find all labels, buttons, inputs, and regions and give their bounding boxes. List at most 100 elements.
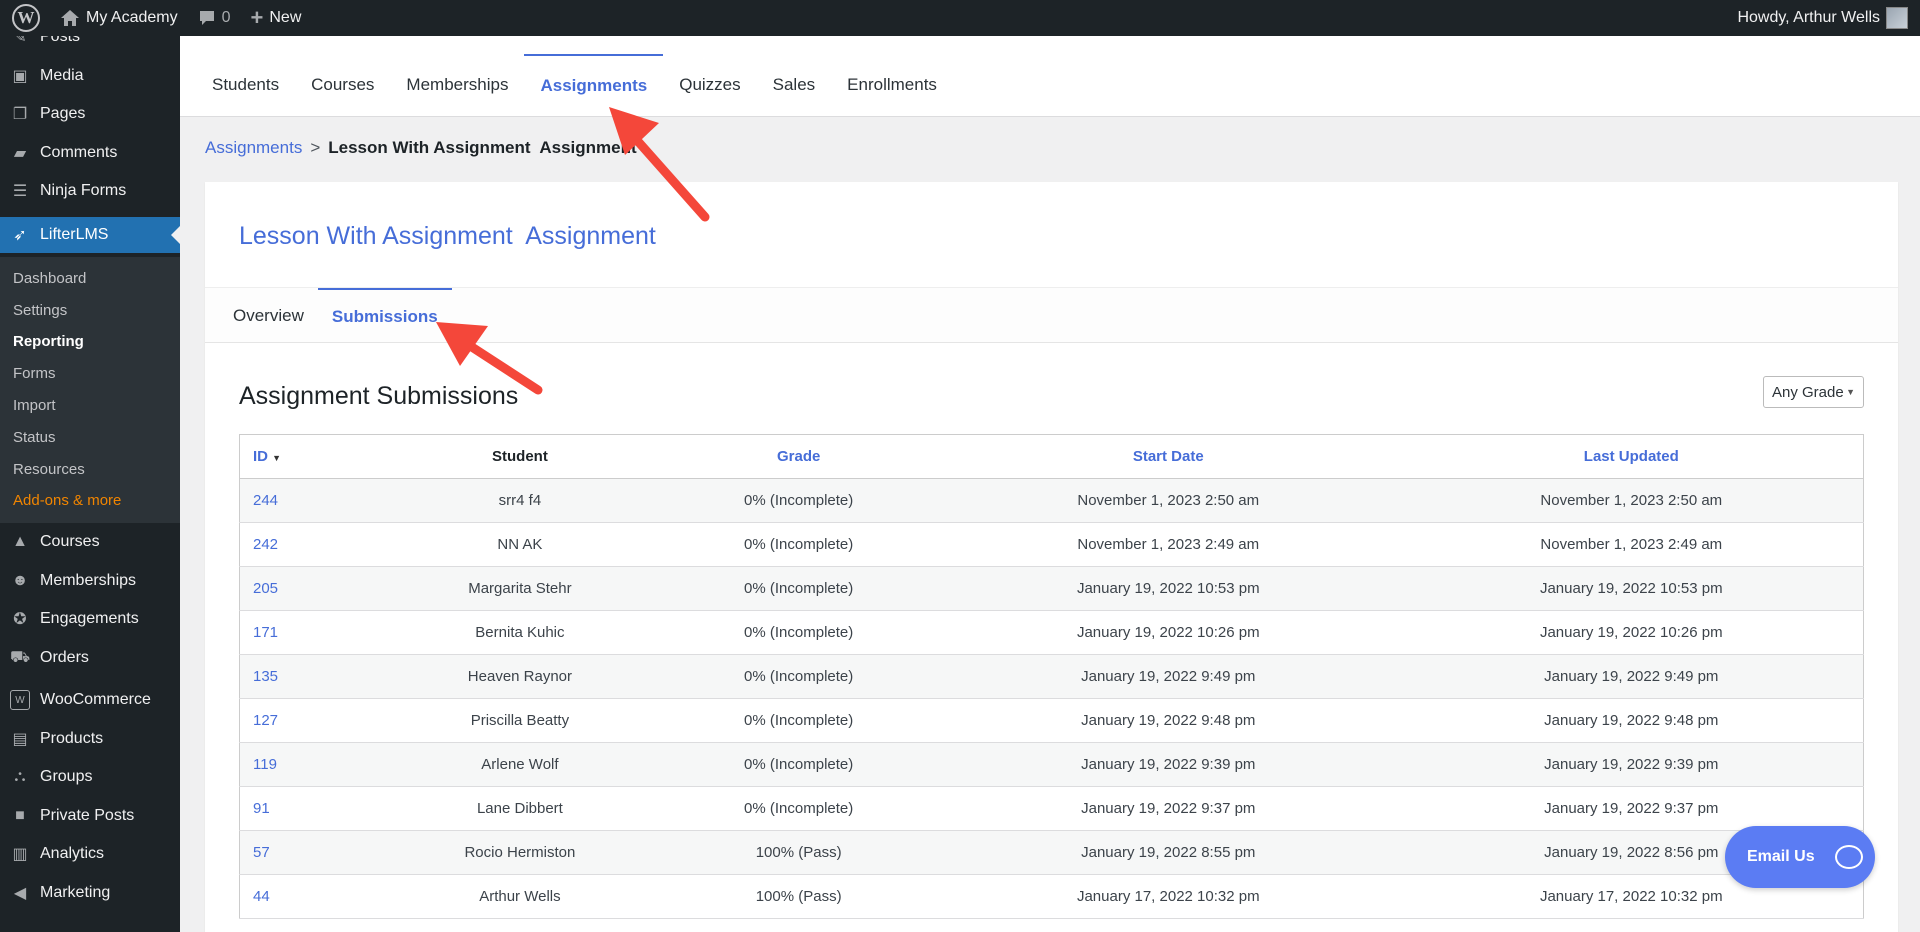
student-name: NN AK (379, 522, 661, 567)
admin-sidebar: ✎ Posts ▣ Media ❐ Pages ▰ Comments ☰ Ninja Fo… (0, 36, 180, 932)
column-header-label: ID (253, 448, 268, 465)
tab-courses[interactable]: Courses (295, 54, 390, 116)
sidebar-item-label: Orders (40, 648, 89, 666)
submenu-reporting[interactable]: Reporting (0, 326, 180, 358)
submenu-status[interactable]: Status (0, 421, 180, 453)
student-name: Heaven Raynor (379, 654, 661, 699)
column-header-start-date[interactable]: Start Date (936, 434, 1400, 479)
grade-value: 0% (Incomplete) (660, 742, 937, 787)
sidebar-item-label: LifterLMS (40, 225, 109, 243)
tab-enrollments[interactable]: Enrollments (831, 54, 953, 116)
rocket-icon: ➶ (13, 226, 27, 244)
last-updated: January 19, 2022 9:48 pm (1399, 698, 1864, 743)
column-header-grade[interactable]: Grade (660, 434, 937, 479)
last-updated: January 19, 2022 9:37 pm (1399, 786, 1864, 831)
reporting-tabs: Students Courses Memberships Assignments… (180, 36, 1920, 117)
student-name: Bernita Kuhic (379, 610, 661, 655)
site-name: My Academy (86, 9, 178, 26)
user-greeting: Howdy, Arthur Wells (1737, 9, 1880, 26)
grade-filter-select[interactable]: Any Grade ▼ (1763, 376, 1864, 408)
student-name: Lane Dibbert (379, 786, 661, 831)
column-header-last-updated[interactable]: Last Updated (1399, 434, 1864, 479)
sidebar-item-engagements[interactable]: ✪ Engagements (0, 600, 180, 639)
sidebar-item-label: WooCommerce (40, 691, 151, 709)
sidebar-item-label: Posts (40, 36, 81, 46)
table-row: 127 Priscilla Beatty 0% (Incomplete) Januar… (239, 698, 1864, 743)
submenu-dashboard[interactable]: Dashboard (0, 263, 180, 295)
submission-id-link[interactable]: 57 (239, 830, 380, 875)
submenu-resources[interactable]: Resources (0, 453, 180, 485)
sidebar-item-ninja-forms[interactable]: ☰ Ninja Forms (0, 172, 180, 211)
start-date: January 19, 2022 9:49 pm (936, 654, 1400, 699)
new-label: New (269, 9, 302, 26)
sidebar-item-label: Courses (40, 533, 100, 551)
sidebar-item-memberships[interactable]: ☻ Memberships (0, 561, 180, 600)
tab-assignments[interactable]: Assignments (524, 54, 664, 116)
submission-id-link[interactable]: 171 (239, 610, 380, 655)
submenu-import[interactable]: Import (0, 390, 180, 422)
sidebar-item-orders[interactable]: ⛟ Orders (0, 638, 180, 677)
sidebar-item-products[interactable]: ▤ Products (0, 719, 180, 758)
sidebar-item-pages[interactable]: ❐ Pages (0, 95, 180, 134)
tab-overview[interactable]: Overview (219, 288, 318, 344)
sidebar-item-woocommerce[interactable]: W WooCommerce (0, 681, 180, 720)
start-date: January 19, 2022 9:39 pm (936, 742, 1400, 787)
sidebar-item-posts[interactable]: ✎ Posts (0, 36, 180, 57)
assignment-card: Lesson With Assignment Assignment Overvi… (205, 182, 1898, 932)
sidebar-item-lifterlms[interactable]: ➶ LifterLMS (0, 216, 180, 253)
site-name-link[interactable]: My Academy (50, 0, 188, 36)
sidebar-item-marketing[interactable]: ◀ Marketing (0, 873, 180, 912)
email-us-button[interactable]: Email Us (1725, 826, 1875, 888)
submission-id-link[interactable]: 135 (239, 654, 380, 699)
grade-value: 0% (Incomplete) (660, 478, 937, 523)
sidebar-item-label: Ninja Forms (40, 182, 127, 200)
table-row: 57 Rocio Hermiston 100% (Pass) January 19, … (239, 830, 1864, 875)
submission-id-link[interactable]: 205 (239, 566, 380, 611)
user-account-menu[interactable]: Howdy, Arthur Wells (1727, 0, 1920, 36)
tab-quizzes[interactable]: Quizzes (663, 54, 756, 116)
tab-sales[interactable]: Sales (757, 54, 832, 116)
sidebar-item-groups[interactable]: ⛬ Groups (0, 758, 180, 797)
student-name: srr4 f4 (379, 478, 661, 523)
wordpress-icon: W (12, 4, 40, 32)
plus-icon: + (250, 5, 264, 30)
home-icon (61, 10, 79, 26)
tab-submissions[interactable]: Submissions (317, 288, 452, 344)
start-date: January 19, 2022 9:48 pm (936, 698, 1400, 743)
start-date: January 19, 2022 10:53 pm (936, 566, 1400, 611)
sidebar-item-comments[interactable]: ▰ Comments (0, 134, 180, 173)
submission-id-link[interactable]: 91 (239, 786, 380, 831)
wordpress-logo-button[interactable]: W (0, 0, 50, 36)
sidebar-item-media[interactable]: ▣ Media (0, 57, 180, 96)
media-icon: ▣ (12, 67, 28, 85)
submenu-addons[interactable]: Add-ons & more (0, 485, 180, 517)
lock-icon: ■ (15, 806, 25, 824)
submission-id-link[interactable]: 44 (239, 874, 380, 919)
start-date: November 1, 2023 2:50 am (936, 478, 1400, 523)
tab-memberships[interactable]: Memberships (390, 54, 524, 116)
sidebar-item-analytics[interactable]: ▥ Analytics (0, 835, 180, 874)
comment-icon: ▰ (13, 144, 27, 162)
submenu-settings[interactable]: Settings (0, 294, 180, 326)
table-row: 91 Lane Dibbert 0% (Incomplete) January 19,… (239, 786, 1864, 831)
submission-id-link[interactable]: 127 (239, 698, 380, 743)
groups-icon: ☻ (11, 571, 29, 589)
new-content-link[interactable]: + New (241, 0, 312, 36)
grade-value: 100% (Pass) (660, 874, 937, 919)
submenu-forms[interactable]: Forms (0, 358, 180, 390)
breadcrumb-separator: > (310, 138, 321, 157)
breadcrumb-parent-link[interactable]: Assignments (205, 138, 302, 158)
comments-link[interactable]: 0 (188, 0, 241, 36)
sidebar-item-label: Media (40, 66, 84, 84)
megaphone-icon: ◀ (13, 884, 27, 902)
submission-id-link[interactable]: 119 (239, 742, 380, 787)
page-title: Lesson With Assignment Assignment (239, 222, 656, 250)
cart-icon: ⛟ (9, 648, 31, 666)
sidebar-item-private-posts[interactable]: ■ Private Posts (0, 796, 180, 835)
pin-icon: ✎ (13, 36, 27, 47)
submission-id-link[interactable]: 244 (239, 478, 380, 523)
column-header-id[interactable]: ID ▼ (239, 434, 380, 479)
tab-students[interactable]: Students (196, 54, 295, 116)
submission-id-link[interactable]: 242 (239, 522, 380, 567)
sidebar-item-courses[interactable]: ▲ Courses (0, 523, 180, 562)
